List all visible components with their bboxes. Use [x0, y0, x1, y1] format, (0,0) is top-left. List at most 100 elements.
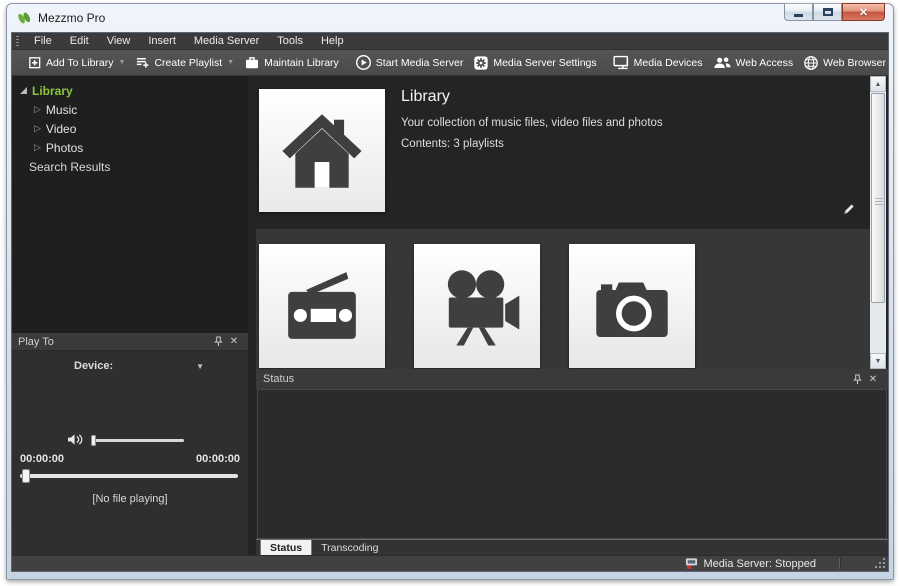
pencil-icon[interactable] — [841, 202, 856, 217]
tree-search-results-label: Search Results — [29, 160, 110, 174]
maximize-button[interactable] — [813, 3, 842, 21]
chevron-down-icon: ▼ — [119, 59, 126, 66]
tree-item-photos[interactable]: ▷ Photos — [12, 138, 248, 157]
media-server-settings-icon — [473, 55, 489, 71]
chevron-down-icon: ▼ — [227, 59, 234, 66]
tree-photos-label: Photos — [46, 141, 83, 155]
menu-edit[interactable]: Edit — [61, 33, 98, 49]
resize-grip[interactable] — [875, 558, 885, 568]
web-access-button[interactable]: Web Access — [708, 52, 799, 74]
window-content: File Edit View Insert Media Server Tools… — [11, 32, 889, 572]
tile-video[interactable] — [414, 244, 540, 368]
start-media-server-label: Start Media Server — [376, 57, 464, 69]
tree-music-label: Music — [46, 103, 77, 117]
volume-slider-thumb[interactable] — [91, 435, 96, 446]
play-to-panel: Play To ✕ Device: ▼ — [12, 333, 248, 555]
status-panel-title: Status — [263, 373, 294, 385]
tree-item-video[interactable]: ▷ Video — [12, 119, 248, 138]
tree-item-music[interactable]: ▷ Music — [12, 100, 248, 119]
close-button[interactable]: ✕ — [842, 3, 885, 21]
menu-help[interactable]: Help — [312, 33, 353, 49]
menu-media-server[interactable]: Media Server — [185, 33, 268, 49]
library-home-tile[interactable] — [259, 89, 385, 212]
volume-slider[interactable] — [92, 439, 184, 442]
tree-item-library[interactable]: Library — [12, 81, 248, 100]
media-devices-button[interactable]: Media Devices — [608, 52, 708, 74]
app-window: Mezzmo Pro ✕ File Edit View Insert Media… — [6, 3, 894, 580]
create-playlist-label: Create Playlist — [154, 57, 222, 69]
now-playing-text: [No file playing] — [12, 493, 248, 505]
close-icon: ✕ — [859, 6, 868, 19]
web-access-icon — [713, 56, 732, 70]
scroll-down-icon[interactable]: ▼ — [870, 353, 886, 369]
media-server-settings-label: Media Server Settings — [493, 57, 596, 69]
media-server-settings-button[interactable]: Media Server Settings — [468, 52, 601, 74]
device-dropdown[interactable]: ▼ — [196, 362, 204, 371]
page-description: Your collection of music files, video fi… — [401, 117, 663, 129]
panel-close-icon[interactable]: ✕ — [865, 372, 881, 386]
workspace: Library ▷ Music ▷ Video ▷ Photos — [12, 76, 888, 555]
tile-music[interactable] — [259, 244, 385, 368]
library-tree: Library ▷ Music ▷ Video ▷ Photos — [12, 76, 248, 333]
pin-icon[interactable] — [849, 372, 865, 386]
play-to-title: Play To — [18, 336, 54, 348]
scrollbar-thumb[interactable] — [871, 93, 885, 303]
main-scrollbar[interactable]: ▲ ▼ — [870, 76, 886, 369]
seek-slider[interactable] — [20, 474, 238, 478]
tree-collapsed-icon[interactable]: ▷ — [34, 124, 41, 133]
web-browser-button[interactable]: Web Browser — [798, 52, 889, 74]
maintain-library-label: Maintain Library — [264, 57, 339, 69]
statusbar-divider — [839, 558, 840, 569]
add-to-library-icon — [27, 55, 42, 70]
menu-view[interactable]: View — [98, 33, 140, 49]
minimize-icon — [794, 14, 803, 17]
maintain-library-icon — [244, 55, 260, 70]
create-playlist-icon — [135, 55, 150, 70]
elapsed-time: 00:00:00 — [20, 453, 64, 465]
tile-photos[interactable] — [569, 244, 695, 368]
play-to-header: Play To ✕ — [12, 333, 248, 351]
mezzmo-logo-icon — [16, 10, 32, 26]
maximize-icon — [823, 8, 833, 16]
web-access-label: Web Access — [736, 57, 794, 69]
library-header: Library Your collection of music files, … — [256, 76, 870, 229]
status-panel-header: Status ✕ — [256, 369, 888, 389]
window-title: Mezzmo Pro — [38, 11, 105, 25]
menubar: File Edit View Insert Media Server Tools… — [12, 33, 888, 50]
menu-insert[interactable]: Insert — [139, 33, 185, 49]
seek-slider-thumb[interactable] — [22, 469, 30, 483]
tree-video-label: Video — [46, 122, 76, 136]
tree-collapsed-icon[interactable]: ▷ — [34, 143, 41, 152]
volume-row — [12, 431, 248, 449]
create-playlist-button[interactable]: Create Playlist ▼ — [130, 52, 239, 74]
menu-file[interactable]: File — [25, 33, 61, 49]
tree-expanded-icon[interactable] — [20, 87, 27, 94]
media-devices-label: Media Devices — [634, 57, 703, 69]
tree-item-search-results[interactable]: Search Results — [12, 157, 248, 176]
minimize-button[interactable] — [784, 3, 813, 21]
photo-camera-icon — [585, 259, 679, 353]
toolbar: Add To Library ▼ Create Playlist ▼ — [12, 50, 888, 76]
device-row: Device: ▼ — [12, 360, 248, 372]
add-to-library-button[interactable]: Add To Library ▼ — [22, 52, 130, 74]
start-media-server-button[interactable]: Start Media Server — [350, 52, 469, 74]
movie-camera-icon — [430, 259, 524, 353]
pin-icon[interactable] — [210, 335, 226, 349]
device-label: Device: — [74, 360, 113, 372]
time-row: 00:00:00 00:00:00 — [20, 453, 240, 465]
media-devices-icon — [613, 55, 630, 70]
tree-library-label: Library — [32, 84, 73, 98]
panel-splitter[interactable] — [248, 76, 256, 555]
window-controls: ✕ — [784, 3, 885, 21]
titlebar[interactable]: Mezzmo Pro ✕ — [7, 4, 893, 32]
maintain-library-button[interactable]: Maintain Library — [239, 52, 344, 74]
tree-collapsed-icon[interactable]: ▷ — [34, 105, 41, 114]
menu-tools[interactable]: Tools — [268, 33, 312, 49]
scroll-up-icon[interactable]: ▲ — [870, 76, 886, 92]
media-server-status: Media Server: Stopped — [685, 557, 816, 570]
media-server-status-text: Media Server: Stopped — [703, 558, 816, 570]
speaker-icon[interactable] — [66, 432, 85, 447]
panel-close-icon[interactable]: ✕ — [226, 335, 242, 349]
add-to-library-label: Add To Library — [46, 57, 114, 69]
menubar-grip-handle[interactable] — [16, 36, 19, 47]
